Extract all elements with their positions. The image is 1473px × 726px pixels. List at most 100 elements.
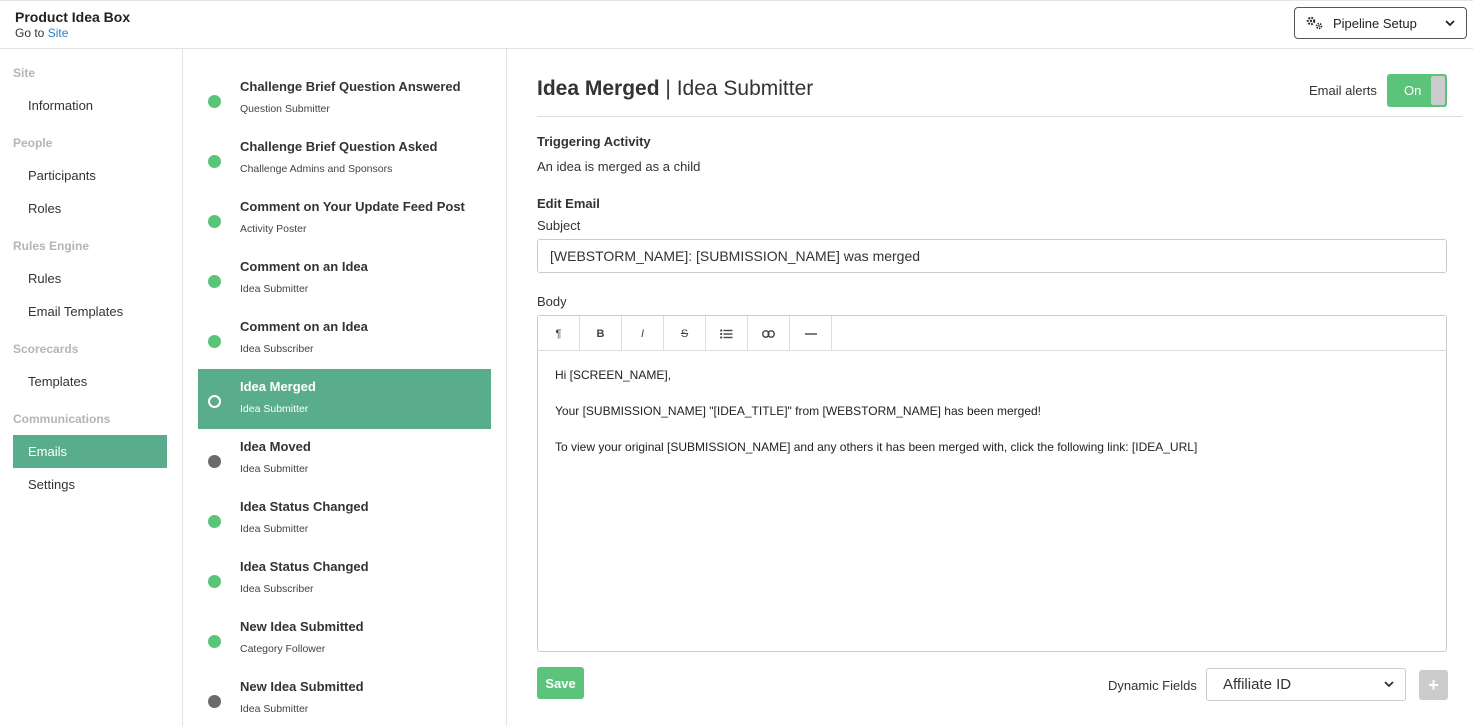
goto-prefix: Go to [15, 26, 45, 40]
email-recipient: Idea Subscriber [240, 343, 314, 355]
status-dot-icon [208, 455, 221, 468]
email-list: Challenge Brief Question Answered Questi… [183, 49, 507, 726]
email-alerts-toggle[interactable]: On [1387, 74, 1447, 107]
subject-input[interactable]: [WEBSTORM_NAME]: [SUBMISSION_NAME] was m… [537, 239, 1447, 273]
email-title: Comment on an Idea [240, 319, 368, 334]
bullet-list-icon[interactable] [706, 316, 748, 351]
goto-site: Go to Site [15, 26, 68, 40]
dynamic-fields-value: Affiliate ID [1223, 676, 1292, 693]
nav-item-rules[interactable]: Rules [13, 262, 167, 295]
email-recipient: Idea Submitter [240, 523, 309, 535]
email-list-item[interactable]: New Idea Submitted Category Follower [198, 609, 491, 669]
email-list-item[interactable]: Comment on an Idea Idea Submitter [198, 249, 491, 309]
triggering-activity-label: Triggering Activity [537, 134, 651, 149]
nav-section-rules-engine: Rules Engine [13, 239, 90, 253]
gears-icon [1306, 16, 1323, 30]
nav-section-people: People [13, 136, 53, 150]
nav-section-scorecards: Scorecards [13, 342, 79, 356]
email-title: Comment on Your Update Feed Post [240, 199, 465, 214]
dynamic-fields-label: Dynamic Fields [1108, 678, 1197, 693]
editor-toolbar: ¶ B I S [538, 316, 1446, 351]
edit-email-label: Edit Email [537, 196, 600, 211]
status-dot-icon [208, 95, 221, 108]
pipeline-setup-label: Pipeline Setup [1333, 15, 1417, 31]
nav-item-templates[interactable]: Templates [13, 365, 167, 398]
email-recipient: Idea Subscriber [240, 583, 314, 595]
chevron-down-icon [1384, 681, 1394, 688]
status-dot-icon [208, 575, 221, 588]
triggering-activity-value: An idea is merged as a child [537, 159, 701, 174]
email-list-item[interactable]: Comment on an Idea Idea Subscriber [198, 309, 491, 369]
page-title-recipient: Idea Submitter [676, 77, 814, 100]
status-dot-icon [208, 695, 221, 708]
nav-section-site: Site [13, 66, 36, 80]
link-icon[interactable] [748, 316, 790, 351]
horizontal-rule-icon[interactable] [790, 316, 832, 351]
nav-item-email-templates[interactable]: Email Templates [13, 295, 167, 328]
italic-icon[interactable]: I [622, 316, 664, 351]
body-line: Your [SUBMISSION_NAME] "[IDEA_TITLE]" fr… [555, 404, 1042, 418]
subject-label: Subject [537, 218, 581, 233]
status-dot-icon [208, 335, 221, 348]
divider [537, 116, 1462, 117]
email-recipient: Idea Submitter [240, 403, 309, 415]
add-field-button[interactable]: + [1419, 670, 1448, 700]
nav-item-settings[interactable]: Settings [13, 468, 167, 501]
nav-item-emails[interactable]: Emails [13, 435, 167, 468]
editor-body-content[interactable]: Hi [SCREEN_NAME], Your [SUBMISSION_NAME]… [555, 368, 1197, 476]
chevron-down-icon [1445, 20, 1455, 27]
email-editor-panel: Idea Merged | Idea Submitter Email alert… [507, 49, 1473, 726]
email-list-item[interactable]: Challenge Brief Question Answered Questi… [198, 69, 491, 129]
strikethrough-icon[interactable]: S [664, 316, 706, 351]
email-recipient: Activity Poster [240, 223, 307, 235]
email-title: Idea Merged [240, 379, 316, 394]
paragraph-icon[interactable]: ¶ [538, 316, 580, 351]
save-button[interactable]: Save [537, 667, 584, 699]
app-title: Product Idea Box [15, 9, 131, 25]
email-recipient: Idea Submitter [240, 463, 309, 475]
email-recipient: Category Follower [240, 643, 326, 655]
body-line: To view your original [SUBMISSION_NAME] … [555, 440, 1198, 454]
email-recipient: Question Submitter [240, 103, 330, 115]
email-list-item[interactable]: Idea Status Changed Idea Submitter [198, 489, 491, 549]
toggle-label: On [1404, 83, 1422, 98]
body-line: Hi [SCREEN_NAME], [555, 368, 672, 382]
email-title: Challenge Brief Question Asked [240, 139, 438, 154]
body-editor[interactable]: ¶ B I S Hi [SCREEN_NAME], Your [SUBMISSI… [537, 315, 1447, 652]
nav-item-participants[interactable]: Participants [13, 159, 167, 192]
nav-item-roles[interactable]: Roles [13, 192, 167, 225]
email-list-item[interactable]: Challenge Brief Question Asked Challenge… [198, 129, 491, 189]
nav-item-information[interactable]: Information [13, 89, 167, 122]
email-recipient: Challenge Admins and Sponsors [240, 163, 393, 175]
status-dot-icon [208, 275, 221, 288]
email-alerts-label: Email alerts [1309, 83, 1377, 98]
email-title: Idea Status Changed [240, 559, 369, 574]
bold-icon[interactable]: B [580, 316, 622, 351]
status-dot-icon [208, 155, 221, 168]
page-title-email: Idea Merged [537, 77, 660, 100]
status-dot-icon [208, 635, 221, 648]
pipeline-setup-dropdown[interactable]: Pipeline Setup [1294, 7, 1467, 39]
email-title: New Idea Submitted [240, 619, 364, 634]
body-label: Body [537, 294, 567, 309]
nav-section-communications: Communications [13, 412, 111, 426]
page-title-separator: | [665, 77, 671, 100]
top-header: Product Idea Box Go to Site Pipeline Set… [0, 0, 1473, 49]
email-list-item[interactable]: New Idea Submitted Idea Submitter [198, 669, 491, 726]
page-title: Idea Merged | Idea Submitter [537, 77, 813, 101]
left-sidebar: Site Information People Participants Rol… [0, 49, 183, 726]
email-title: Idea Status Changed [240, 499, 369, 514]
email-recipient: Idea Submitter [240, 703, 309, 715]
email-recipient: Idea Submitter [240, 283, 309, 295]
email-list-item[interactable]: Idea Moved Idea Submitter [198, 429, 491, 489]
email-list-item[interactable]: Idea Status Changed Idea Subscriber [198, 549, 491, 609]
site-link[interactable]: Site [48, 26, 69, 40]
email-list-item[interactable]: Comment on Your Update Feed Post Activit… [198, 189, 491, 249]
status-dot-icon [208, 215, 221, 228]
email-title: Idea Moved [240, 439, 311, 454]
email-title: New Idea Submitted [240, 679, 364, 694]
dynamic-fields-select[interactable]: Affiliate ID [1206, 668, 1406, 701]
status-dot-icon [208, 395, 221, 408]
email-list-item-selected[interactable]: Idea Merged Idea Submitter [198, 369, 491, 429]
status-dot-icon [208, 515, 221, 528]
